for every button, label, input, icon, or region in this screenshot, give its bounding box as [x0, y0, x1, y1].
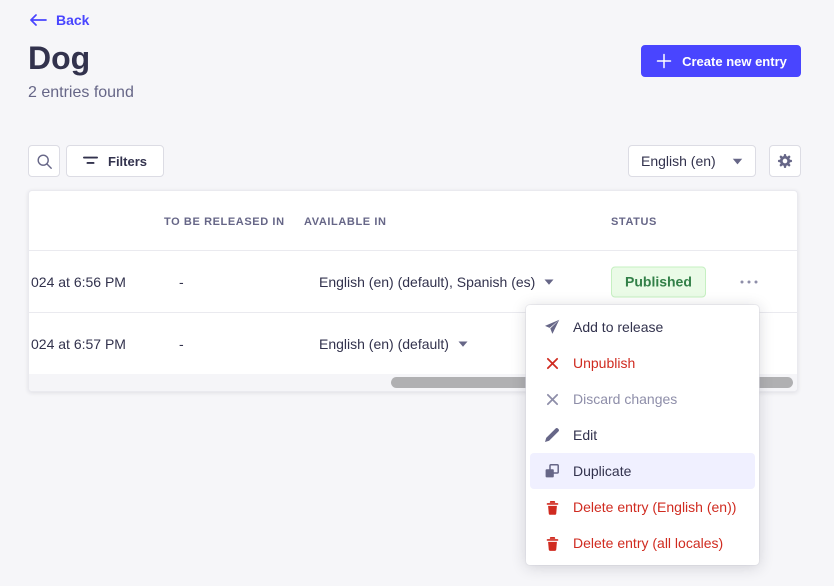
status-badge: Published	[611, 266, 706, 297]
column-header-to-be-released-in: TO BE RELEASED IN	[164, 216, 285, 228]
caret-down-icon	[458, 341, 468, 347]
trash-icon	[544, 500, 560, 515]
menu-item-label: Edit	[573, 427, 597, 443]
available-locales-text: English (en) (default)	[319, 336, 449, 352]
filters-button[interactable]: Filters	[66, 145, 164, 177]
menu-item-delete-entry-current-locale[interactable]: Delete entry (English (en))	[530, 489, 755, 525]
plus-icon	[655, 52, 673, 70]
pencil-icon	[544, 427, 560, 443]
search-icon	[36, 153, 53, 170]
search-button[interactable]	[28, 145, 60, 177]
table-row[interactable]: 024 at 6:56 PM - English (en) (default),…	[29, 251, 797, 313]
arrow-left-icon	[30, 14, 47, 26]
column-header-status: STATUS	[611, 216, 657, 228]
menu-item-discard-changes[interactable]: Discard changes	[530, 381, 755, 417]
paper-plane-icon	[544, 319, 560, 335]
menu-item-unpublish[interactable]: Unpublish	[530, 345, 755, 381]
cell-available-in[interactable]: English (en) (default)	[319, 336, 468, 352]
row-actions-button[interactable]	[732, 269, 766, 295]
filter-icon	[83, 156, 99, 166]
cell-updated-at: 024 at 6:56 PM	[31, 274, 126, 290]
caret-down-icon	[544, 279, 554, 285]
menu-item-duplicate[interactable]: Duplicate	[530, 453, 755, 489]
menu-item-edit[interactable]: Edit	[530, 417, 755, 453]
cell-available-in[interactable]: English (en) (default), Spanish (es)	[319, 274, 554, 290]
create-new-entry-button[interactable]: Create new entry	[641, 45, 801, 77]
menu-item-label: Unpublish	[573, 355, 635, 371]
trash-icon	[544, 536, 560, 551]
menu-item-label: Delete entry (all locales)	[573, 535, 723, 551]
cell-to-be-released-in: -	[179, 336, 184, 352]
chevron-down-icon	[732, 158, 743, 165]
cell-to-be-released-in: -	[179, 274, 184, 290]
filters-label: Filters	[108, 154, 147, 169]
page-title: Dog	[28, 40, 90, 77]
cell-updated-at: 024 at 6:57 PM	[31, 336, 126, 352]
more-dots-icon	[740, 280, 758, 284]
menu-item-label: Discard changes	[573, 391, 677, 407]
locale-select-value: English (en)	[641, 153, 716, 169]
cross-icon	[544, 393, 560, 406]
back-label: Back	[56, 12, 89, 28]
menu-item-delete-entry-all-locales[interactable]: Delete entry (all locales)	[530, 525, 755, 561]
cross-icon	[544, 357, 560, 370]
gear-icon	[776, 152, 794, 170]
back-link[interactable]: Back	[30, 12, 89, 28]
menu-item-label: Add to release	[573, 319, 663, 335]
menu-item-label: Delete entry (English (en))	[573, 499, 736, 515]
available-locales-text: English (en) (default), Spanish (es)	[319, 274, 535, 290]
menu-item-label: Duplicate	[573, 463, 631, 479]
row-actions-menu: Add to release Unpublish Discard changes…	[526, 305, 759, 565]
table-header-row: TO BE RELEASED IN AVAILABLE IN STATUS	[29, 191, 797, 251]
create-new-entry-label: Create new entry	[682, 54, 787, 69]
duplicate-icon	[544, 463, 560, 479]
status-cell: Published	[611, 266, 706, 297]
column-header-available-in: AVAILABLE IN	[304, 216, 387, 228]
locale-select[interactable]: English (en)	[628, 145, 756, 177]
settings-button[interactable]	[769, 145, 801, 177]
menu-item-add-to-release[interactable]: Add to release	[530, 309, 755, 345]
entries-count: 2 entries found	[28, 84, 134, 102]
